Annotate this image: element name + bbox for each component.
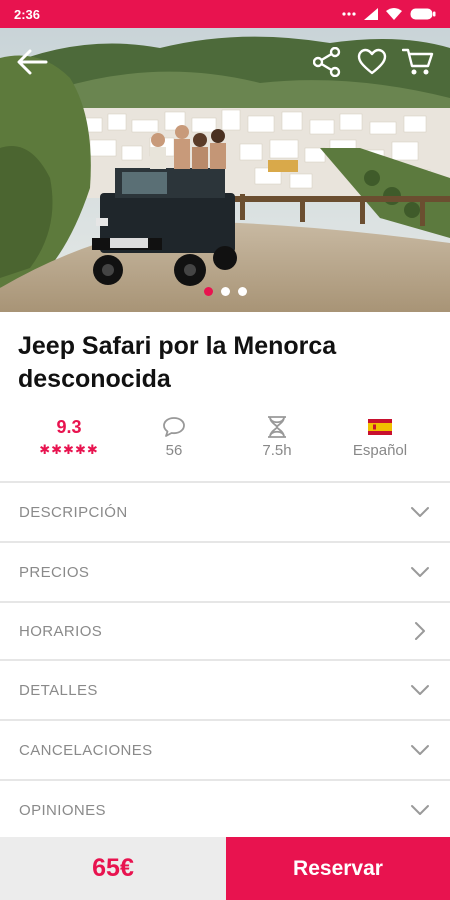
chevron-right-icon xyxy=(415,622,425,640)
hero-image-carousel[interactable] xyxy=(0,28,450,312)
section-label: CANCELACIONES xyxy=(19,741,153,759)
section-label: DETALLES xyxy=(19,681,98,699)
language: Español xyxy=(325,414,435,459)
section-label: OPINIONES xyxy=(19,801,106,819)
section-label: DESCRIPCIÓN xyxy=(19,503,128,521)
chevron-down-icon xyxy=(411,567,429,577)
battery-icon xyxy=(410,8,436,20)
section-descripcion[interactable]: DESCRIPCIÓN xyxy=(0,481,450,541)
star-rating-icon: ✱✱✱✱✱ xyxy=(39,442,99,457)
booking-footer: 65€ Reservar xyxy=(0,837,450,900)
wifi-icon xyxy=(386,8,402,20)
section-label: PRECIOS xyxy=(19,563,90,581)
chevron-down-icon xyxy=(411,507,429,517)
section-horarios[interactable]: HORARIOS xyxy=(0,601,450,659)
chevron-down-icon xyxy=(411,745,429,755)
section-cancelaciones[interactable]: CANCELACIONES xyxy=(0,719,450,779)
chevron-down-icon xyxy=(411,685,429,695)
section-detalles[interactable]: DETALLES xyxy=(0,659,450,719)
share-button[interactable] xyxy=(305,40,349,84)
chevron-down-icon xyxy=(411,805,429,815)
duration: 7.5h xyxy=(222,414,332,459)
hourglass-icon xyxy=(268,416,286,438)
status-bar: 2:36 xyxy=(0,0,450,28)
favorite-button[interactable] xyxy=(350,40,394,84)
price: 65€ xyxy=(0,837,226,900)
signal-icon xyxy=(364,8,378,20)
cart-button[interactable] xyxy=(396,40,440,84)
status-time: 2:36 xyxy=(14,6,41,22)
carousel-dot[interactable] xyxy=(237,287,247,296)
status-icons xyxy=(342,8,436,20)
cart-icon xyxy=(402,48,434,75)
detail-sections: DESCRIPCIÓN PRECIOS HORARIOS DETALLES CA… xyxy=(0,481,450,839)
activity-title: Jeep Safari por la Menorca desconocida xyxy=(18,332,337,393)
spain-flag-icon xyxy=(368,419,392,435)
carousel-dot[interactable] xyxy=(203,287,213,296)
reserve-button[interactable]: Reservar xyxy=(226,837,450,900)
share-icon xyxy=(313,47,341,77)
heart-icon xyxy=(357,48,387,75)
duration-value: 7.5h xyxy=(262,442,292,459)
arrow-left-icon xyxy=(17,49,48,75)
info-row: 9.3 ✱✱✱✱✱ 56 7.5h Español xyxy=(0,414,450,474)
carousel-dot[interactable] xyxy=(220,287,230,296)
language-value: Español xyxy=(352,442,408,459)
rating-value: 9.3 xyxy=(56,416,82,437)
rating: 9.3 ✱✱✱✱✱ xyxy=(14,414,124,458)
more-dots-icon xyxy=(342,12,356,16)
back-button[interactable] xyxy=(10,40,54,84)
comments[interactable]: 56 xyxy=(119,414,229,459)
comment-icon xyxy=(163,417,185,437)
section-precios[interactable]: PRECIOS xyxy=(0,541,450,601)
section-label: HORARIOS xyxy=(19,622,103,640)
comments-count: 56 xyxy=(165,442,183,459)
section-opiniones[interactable]: OPINIONES xyxy=(0,779,450,839)
carousel-dots xyxy=(0,287,450,296)
